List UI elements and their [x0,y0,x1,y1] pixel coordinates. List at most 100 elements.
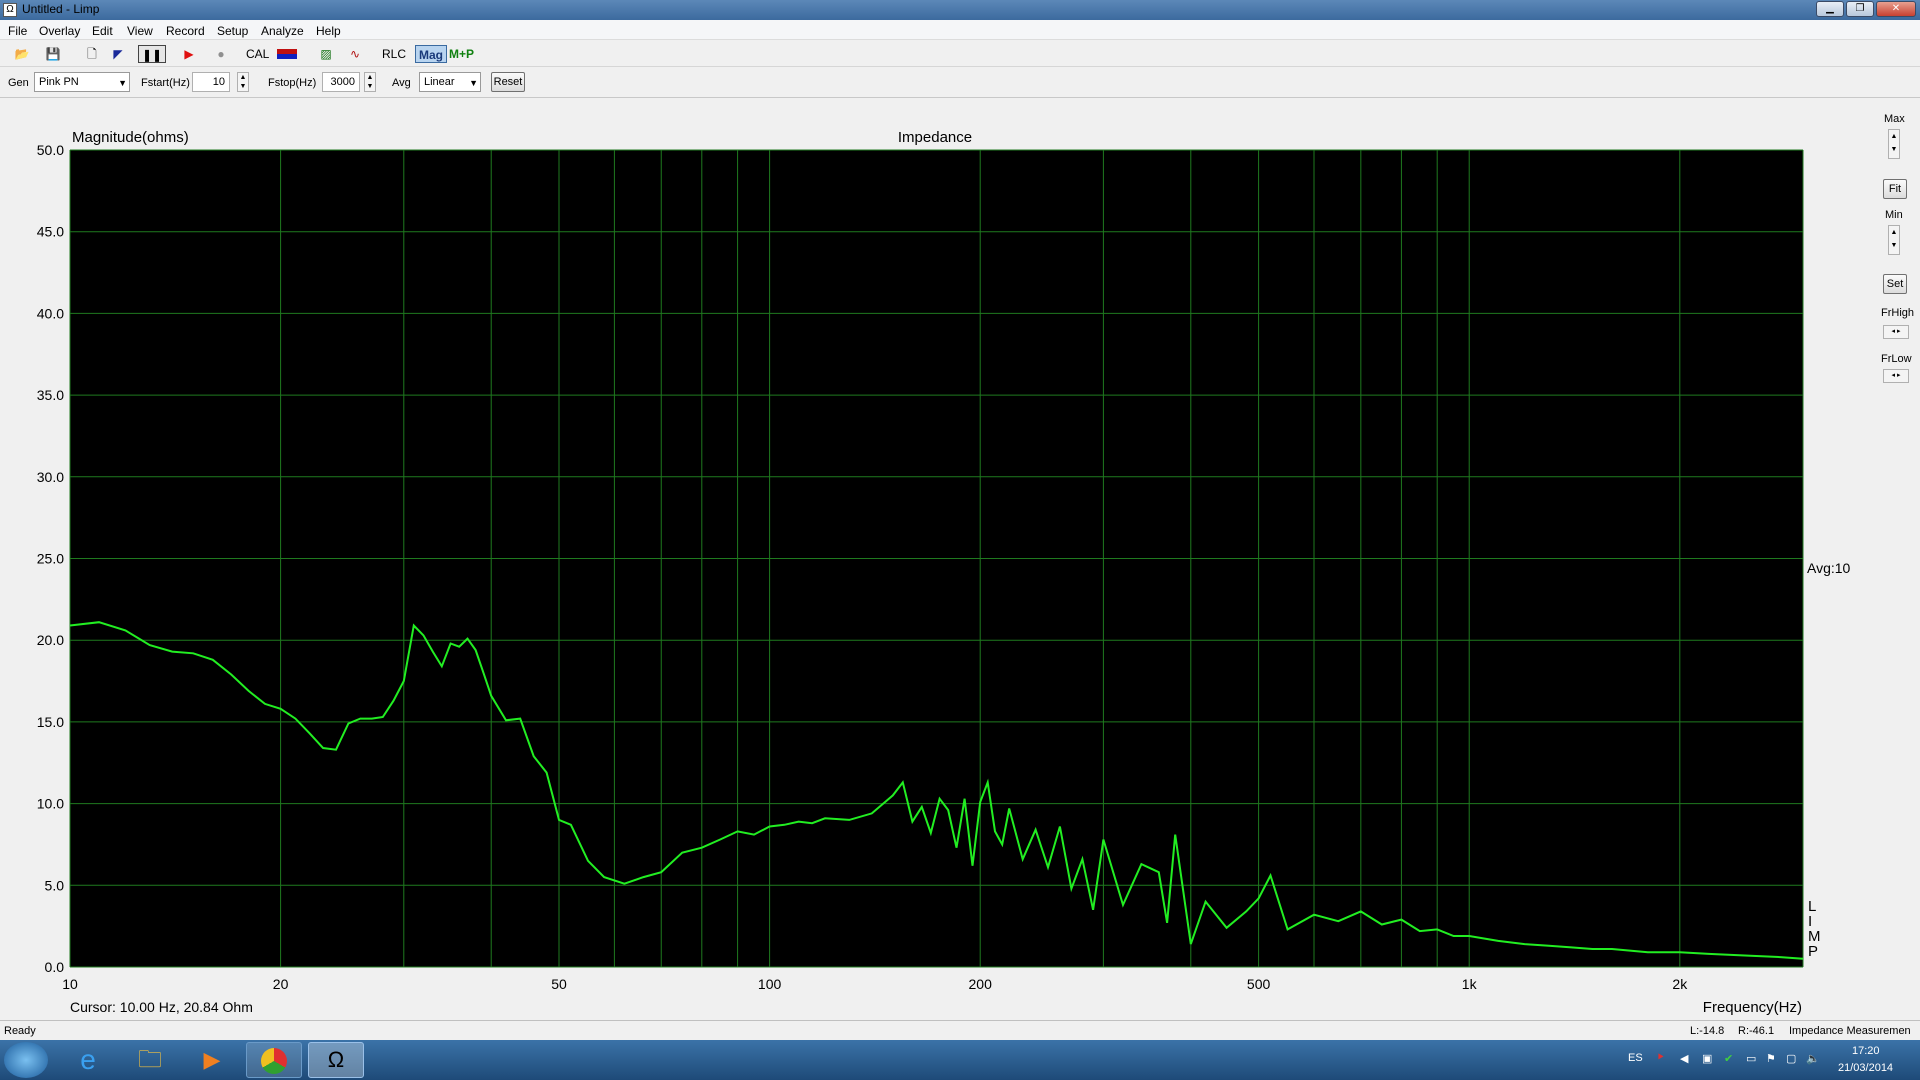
gen-select[interactable]: Pink PN ▼ [34,72,130,92]
chevron-down-icon: ▼ [118,78,127,88]
menu-bar: File Overlay Edit View Record Setup Anal… [0,20,1920,40]
taskbar: e 🗀 ▶ Ω ES ⯈ ◀ ▣ ✔ ▭ ⚑ ▢ 🔈 17:20 21/03/2… [0,1040,1920,1080]
mag-button[interactable]: Mag [415,45,447,63]
volume-warning-icon[interactable]: ◀ [1680,1052,1688,1065]
x-tick-label: 50 [551,976,567,992]
y-tick-label: 20.0 [37,632,64,648]
language-indicator[interactable]: ES [1628,1052,1643,1064]
menu-edit[interactable]: Edit [92,24,113,38]
min-spin-icon[interactable]: ▲ ▼ [1888,225,1900,255]
avg-select[interactable]: Linear ▼ [419,72,481,92]
close-button[interactable]: ✕ [1876,1,1916,17]
play-icon[interactable]: ▶ [179,45,199,63]
menu-record[interactable]: Record [166,24,205,38]
limp-taskbar-icon[interactable]: Ω [308,1042,364,1078]
x-tick-label: 20 [273,976,289,992]
rlc-button[interactable]: RLC [382,45,406,63]
window-title: Untitled - Limp [22,2,100,16]
gen-value: Pink PN [39,76,79,88]
avg-count: Avg:10 [1807,560,1851,576]
x-tick-label: 100 [758,976,782,992]
app-icon: Ω [3,3,17,17]
menu-analyze[interactable]: Analyze [261,24,304,38]
y-tick-label: 45.0 [37,224,64,240]
avg-value: Linear [424,76,455,88]
y-tick-label: 25.0 [37,551,64,567]
record-icon[interactable]: ● [211,45,231,63]
x-axis-label: Frequency(Hz) [1703,999,1802,1016]
status-mode: Impedance Measuremen [1789,1025,1911,1037]
graph-hatch-icon[interactable]: ▨ [316,45,336,63]
y-tick-label: 15.0 [37,714,64,730]
x-tick-label: 2k [1672,976,1688,992]
display-icon[interactable]: ▢ [1786,1052,1796,1065]
menu-setup[interactable]: Setup [217,24,248,38]
y-tick-label: 5.0 [45,877,65,893]
max-spin-icon[interactable]: ▲ ▼ [1888,129,1900,159]
device-icon[interactable]: ▭ [1746,1052,1756,1065]
fstop-input[interactable]: 3000 [322,72,360,92]
x-tick-label: 500 [1247,976,1271,992]
toolbar: 📂 💾 🗋 ◤ ❚❚ ▶ ● CAL ▨ ∿ RLC Mag M+P [0,41,1920,67]
avg-label: Avg [392,77,411,89]
y-tick-label: 40.0 [37,305,64,321]
menu-file[interactable]: File [8,24,27,38]
reset-button[interactable]: Reset [491,72,525,92]
y-tick-label: 35.0 [37,387,64,403]
cursor-arrow-icon[interactable]: ◤ [108,45,128,63]
menu-overlay[interactable]: Overlay [39,24,80,38]
clock-time[interactable]: 17:20 [1852,1045,1880,1057]
network-icon[interactable]: ▣ [1702,1052,1712,1065]
frhigh-label: FrHigh [1881,307,1915,319]
y-tick-label: 50.0 [37,142,64,158]
file-explorer-icon[interactable]: 🗀 [122,1042,178,1078]
minimize-button[interactable]: ▁ [1816,1,1844,17]
mp-button[interactable]: M+P [449,45,474,63]
cal-button[interactable]: CAL [246,45,269,63]
fstart-label: Fstart(Hz) [141,77,190,89]
internet-explorer-icon[interactable]: e [60,1042,116,1078]
fstart-input[interactable]: 10 [192,72,230,92]
start-button[interactable] [4,1042,48,1078]
frlow-spin-icon[interactable]: ◂ ▸ [1883,369,1909,383]
frlow-label: FrLow [1881,353,1912,365]
fstop-spin-icon[interactable]: ▲ ▼ [364,72,376,92]
y-axis-label: Magnitude(ohms) [72,129,189,146]
limp-side-letters: L I M P [1808,898,1821,960]
x-tick-label: 200 [969,976,993,992]
impedance-chart[interactable]: 0.0 5.0 10.0 15.0 20.0 25.0 30.0 35.0 40.0 45.0 50… [0,99,1920,1020]
cursor-readout: Cursor: 10.00 Hz, 20.84 Ohm [70,999,253,1015]
save-icon[interactable]: 💾 [43,45,63,63]
fstop-label: Fstop(Hz) [268,77,317,89]
y-tick-label: 0.0 [45,959,65,975]
maximize-button[interactable]: ❐ [1846,1,1874,17]
media-player-icon[interactable]: ▶ [184,1042,240,1078]
x-tick-label: 1k [1462,976,1478,992]
gen-label: Gen [8,77,29,89]
control-bar: Gen Pink PN ▼ Fstart(Hz) 10 ▲ ▼ Fstop(Hz) … [0,68,1920,98]
chart-area: 0.0 5.0 10.0 15.0 20.0 25.0 30.0 35.0 40.0 45.0 50… [0,99,1920,1020]
max-label: Max [1884,113,1905,125]
shield-icon[interactable]: ⯈ [1656,1052,1665,1065]
sync-icon[interactable]: ✔ [1724,1052,1733,1065]
color-swatch-icon[interactable] [277,45,297,63]
status-l-value: L:-14.8 [1690,1025,1725,1037]
waveform-icon[interactable]: ∿ [345,45,365,63]
pause-icon[interactable]: ❚❚ [138,45,166,63]
fit-button[interactable]: Fit [1883,179,1907,199]
frhigh-spin-icon[interactable]: ◂ ▸ [1883,325,1909,339]
y-tick-label: 30.0 [37,469,64,485]
chart-title: Impedance [898,129,972,146]
speaker-icon[interactable]: 🔈 [1806,1052,1820,1065]
menu-view[interactable]: View [127,24,153,38]
menu-help[interactable]: Help [316,24,341,38]
flag-icon[interactable]: ⚑ [1766,1052,1776,1065]
new-document-icon[interactable]: 🗋 [82,45,102,63]
chrome-icon[interactable] [246,1042,302,1078]
fstart-spin-icon[interactable]: ▲ ▼ [237,72,249,92]
chevron-down-icon: ▼ [469,78,478,88]
open-folder-icon[interactable]: 📂 [12,45,32,63]
set-button[interactable]: Set [1883,274,1907,294]
min-label: Min [1885,209,1903,221]
clock-date[interactable]: 21/03/2014 [1838,1062,1893,1074]
